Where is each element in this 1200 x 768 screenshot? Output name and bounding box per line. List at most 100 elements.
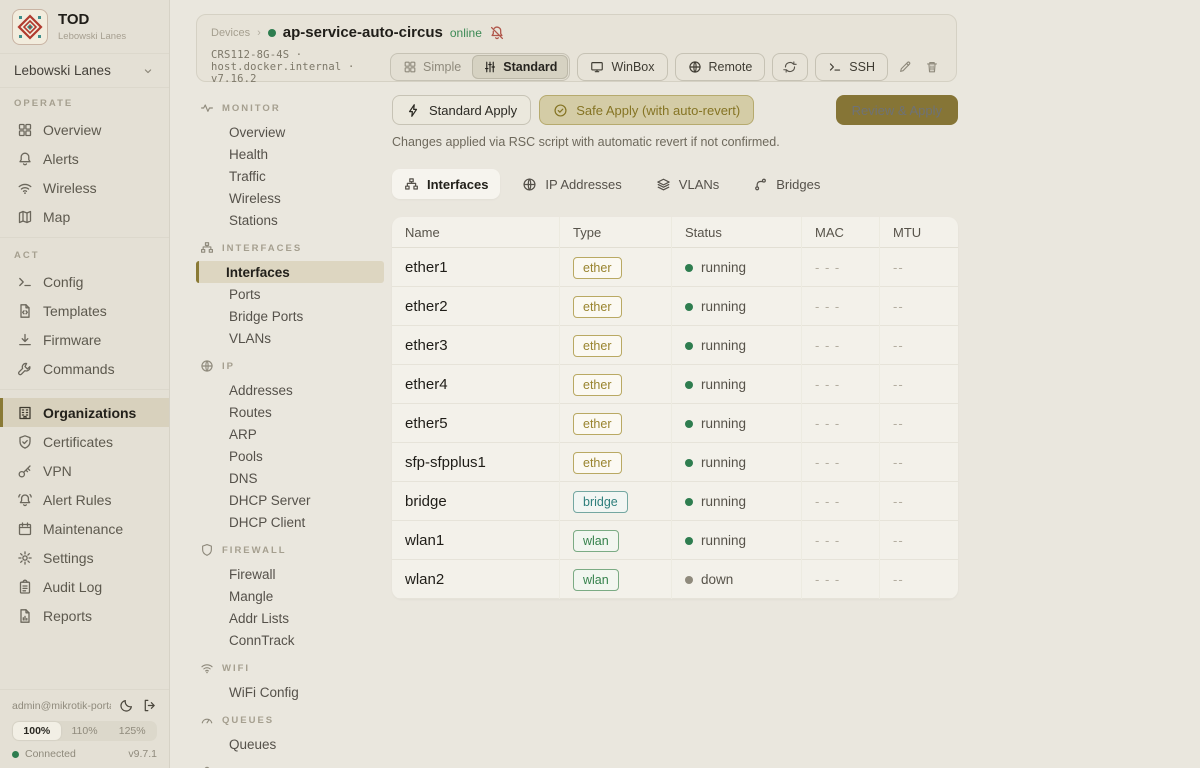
snav-item[interactable]: Stations [196, 209, 384, 231]
snav-item[interactable]: Pools [196, 445, 384, 467]
wlan2[interactable]: wlan2 wlan down - - - -- [392, 560, 958, 599]
ether5[interactable]: ether5 ether running - - - -- [392, 404, 958, 443]
safe-apply-button[interactable]: Safe Apply (with auto-revert) [539, 95, 754, 125]
tab[interactable]: IP Addresses [510, 169, 633, 199]
sidebar-item[interactable]: Reports [0, 601, 169, 630]
mtu-value: -- [893, 260, 904, 275]
ether4[interactable]: ether4 ether running - - - -- [392, 365, 958, 404]
grid-icon [17, 122, 33, 138]
wlan1[interactable]: wlan1 wlan running - - - -- [392, 521, 958, 560]
zoom-option[interactable]: 100% [13, 722, 61, 740]
table-header-row: Name Type Status MAC MTU [392, 217, 958, 248]
snav-item[interactable]: VLANs [196, 327, 384, 349]
globe-icon [688, 60, 702, 74]
sidebar-item-label: Commands [43, 361, 115, 377]
sidebar-item[interactable]: Map [0, 202, 169, 231]
sidebar-item[interactable]: Audit Log [0, 572, 169, 601]
review-apply-button[interactable]: Review & Apply [836, 95, 958, 125]
snav-item[interactable]: DNS [196, 467, 384, 489]
brand-logo-icon [12, 9, 48, 45]
snav-item[interactable]: Firewall [196, 563, 384, 585]
gauge-icon [200, 713, 214, 727]
sidebar-item[interactable]: Alert Rules [0, 485, 169, 514]
snav-item[interactable]: DHCP Server [196, 489, 384, 511]
bridge[interactable]: bridge bridge running - - - -- [392, 482, 958, 521]
ether2[interactable]: ether2 ether running - - - -- [392, 287, 958, 326]
sfp-sfpplus1[interactable]: sfp-sfpplus1 ether running - - - -- [392, 443, 958, 482]
status-label: running [701, 455, 746, 470]
sidebar-item[interactable]: Settings [0, 543, 169, 572]
refresh-button[interactable] [772, 53, 808, 81]
type-badge: ether [573, 452, 622, 474]
snav-item[interactable]: Addresses [196, 379, 384, 401]
snav-item[interactable]: Mangle [196, 585, 384, 607]
logout-icon[interactable] [142, 698, 157, 713]
snav-item[interactable]: ConnTrack [196, 629, 384, 651]
snav-item[interactable]: ARP [196, 423, 384, 445]
snav-item[interactable]: WiFi Config [196, 681, 384, 703]
col-header-name: Name [392, 217, 560, 248]
view-mode-simple[interactable]: Simple [392, 55, 472, 79]
device-name: ap-service-auto-circus [283, 24, 443, 41]
device-meta: CRS112-8G-4S · host.docker.internal · v7… [211, 49, 390, 85]
ether1[interactable]: ether1 ether running - - - -- [392, 248, 958, 287]
sidebar-item[interactable]: Overview [0, 115, 169, 144]
apply-toolbar: Standard Apply Safe Apply (with auto-rev… [392, 95, 958, 125]
tab[interactable]: Bridges [741, 169, 832, 199]
snav-item[interactable]: Interfaces [196, 261, 384, 283]
zoom-option[interactable]: 125% [108, 722, 156, 740]
mtu-value: -- [893, 455, 904, 470]
app-title: TOD [58, 12, 126, 29]
tab[interactable]: Interfaces [392, 169, 500, 199]
sidebar-item[interactable]: Config [0, 267, 169, 296]
zoom-option[interactable]: 110% [61, 722, 109, 740]
sidebar-item[interactable]: Maintenance [0, 514, 169, 543]
mtu-value: -- [893, 416, 904, 431]
sidebar-item[interactable]: Alerts [0, 144, 169, 173]
snav-item[interactable]: Health [196, 143, 384, 165]
moon-icon[interactable] [119, 698, 134, 713]
interface-name: bridge [405, 493, 447, 510]
winbox-button[interactable]: WinBox [577, 53, 667, 81]
sidebar-item[interactable]: Firmware [0, 325, 169, 354]
sidebar-item[interactable]: Templates [0, 296, 169, 325]
org-selector[interactable]: Lebowski Lanes [0, 53, 169, 88]
sidebar-item[interactable]: Commands [0, 354, 169, 383]
breadcrumb[interactable]: Devices [211, 27, 250, 39]
remote-button[interactable]: Remote [675, 53, 766, 81]
status-dot [685, 381, 693, 389]
snav-item[interactable]: Bridge Ports [196, 305, 384, 327]
snav-item[interactable]: Addr Lists [196, 607, 384, 629]
edit-device-button[interactable] [895, 53, 915, 81]
sidebar-item[interactable]: Wireless [0, 173, 169, 202]
bell-icon [17, 151, 33, 167]
snav-item[interactable]: Overview [196, 121, 384, 143]
bell-off-icon[interactable] [489, 25, 505, 41]
layers-icon [656, 177, 671, 192]
snav-item[interactable]: Routes [196, 401, 384, 423]
sidebar-item[interactable]: VPN [0, 456, 169, 485]
nav-section-label: OPERATE [0, 94, 169, 115]
ether3[interactable]: ether3 ether running - - - -- [392, 326, 958, 365]
delete-device-button[interactable] [922, 53, 942, 81]
tab[interactable]: VLANs [644, 169, 731, 199]
snav-item[interactable]: Wireless [196, 187, 384, 209]
ssh-button[interactable]: SSH [815, 53, 888, 81]
snav-section-header: VPN [196, 759, 384, 768]
snav-item[interactable]: Ports [196, 283, 384, 305]
standard-apply-button[interactable]: Standard Apply [392, 95, 531, 125]
status-dot [685, 420, 693, 428]
shield-check-icon [17, 434, 33, 450]
snav-item[interactable]: Traffic [196, 165, 384, 187]
snav-item[interactable]: DHCP Client [196, 511, 384, 533]
sidebar-item-label: Reports [43, 608, 92, 624]
terminal-icon [17, 274, 33, 290]
sidebar-item[interactable]: Organizations [0, 398, 169, 427]
sidebar-footer: admin@mikrotik-portal.dev 100% 110% 125%… [0, 689, 169, 768]
connection-status: Connected [25, 748, 76, 760]
sidebar-item[interactable]: Certificates [0, 427, 169, 456]
app-root: TOD Lebowski Lanes Lebowski Lanes OPERAT… [0, 0, 1200, 768]
wifi-icon [17, 180, 33, 196]
view-mode-standard[interactable]: Standard [472, 55, 568, 79]
snav-item[interactable]: Queues [196, 733, 384, 755]
